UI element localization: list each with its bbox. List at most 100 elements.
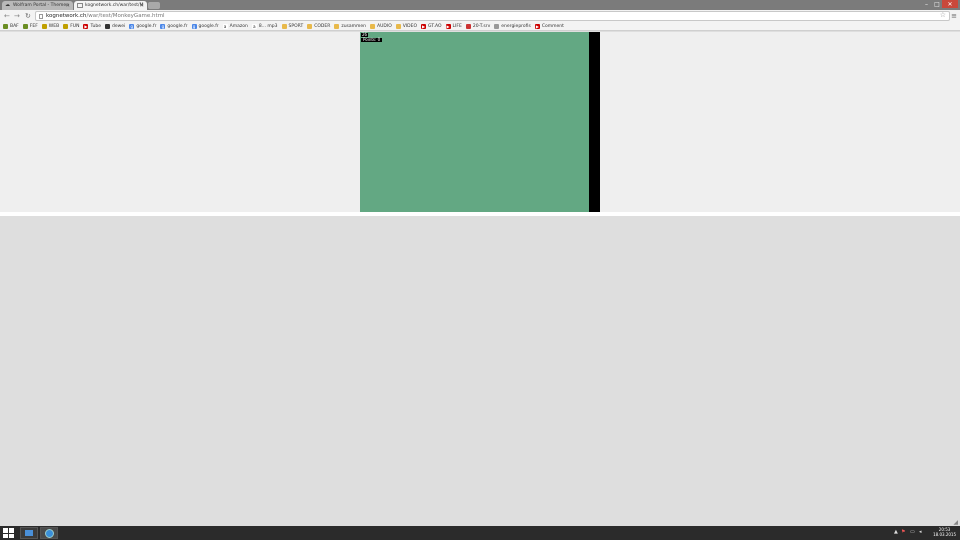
- page-divider: [0, 212, 960, 216]
- bookmark-item[interactable]: 20-T.srv: [465, 23, 491, 29]
- bookmark-label: VIDEO: [402, 23, 418, 29]
- bookmark-label: WEB: [48, 23, 60, 29]
- taskbar-browser-button[interactable]: [40, 527, 58, 539]
- bookmark-label: Amazon: [229, 23, 248, 29]
- canvas-side-strip: [589, 32, 600, 212]
- minimize-button[interactable]: –: [921, 0, 932, 8]
- network-icon[interactable]: ▭: [910, 529, 915, 535]
- new-tab-button[interactable]: [148, 2, 160, 9]
- tab-monkey-game[interactable]: kognetwork.ch/war/test/M ✕: [74, 1, 147, 10]
- url-host: kognetwork.ch: [46, 13, 87, 19]
- bookmark-label: energieprofis: [501, 23, 531, 29]
- folder-icon: [307, 23, 313, 29]
- bookmark-item[interactable]: BAF: [3, 23, 19, 29]
- folder-icon: [370, 23, 376, 29]
- bookmark-item[interactable]: energieprofis: [494, 23, 531, 29]
- bookmark-item[interactable]: ▶ Comment: [534, 23, 564, 29]
- bookmark-label: CODER: [314, 23, 331, 29]
- bookmark-label: GT.AO: [428, 23, 442, 29]
- back-icon[interactable]: ←: [4, 12, 10, 20]
- resize-grip-icon[interactable]: ◢: [953, 519, 958, 526]
- browser-icon: [44, 528, 54, 538]
- bookmark-item[interactable]: FUN: [63, 23, 80, 29]
- amazon-icon: a: [222, 23, 228, 29]
- folder-icon: [25, 530, 33, 536]
- bookmark-item[interactable]: a 8... mp3: [251, 23, 278, 29]
- bookmark-label: BAF: [10, 23, 19, 29]
- close-window-button[interactable]: ✕: [942, 0, 958, 8]
- bookmark-item[interactable]: g google.fr: [191, 23, 219, 29]
- bookmark-item[interactable]: g google.fr: [160, 23, 188, 29]
- bookmark-item[interactable]: a Amazon: [222, 23, 248, 29]
- taskbar: [0, 526, 960, 540]
- score-value: Points: 0: [361, 37, 383, 42]
- bookmark-label: FUN: [70, 23, 80, 29]
- cloud-icon: [3, 23, 8, 29]
- amazon-icon: a: [251, 23, 257, 29]
- youtube-icon: ▶: [445, 23, 451, 29]
- bookmark-folder[interactable]: SPORT: [281, 23, 304, 29]
- address-bar[interactable]: kognetwork.ch /war/test/MonkeyGame.html: [35, 11, 950, 21]
- bookmark-item[interactable]: ▶ Tube: [83, 23, 101, 29]
- youtube-icon: ▶: [421, 23, 427, 29]
- bookmark-label: google.fr: [167, 23, 188, 29]
- page-icon: [39, 13, 43, 19]
- youtube-icon: ▶: [534, 23, 540, 29]
- google-icon: g: [191, 23, 197, 29]
- bookmark-item[interactable]: ▶ LIFE: [445, 23, 462, 29]
- game-canvas[interactable]: [360, 32, 589, 212]
- close-icon[interactable]: ✕: [140, 3, 144, 9]
- bookmark-label: LIFE: [452, 23, 462, 29]
- google-icon: g: [160, 23, 166, 29]
- bookmark-label: FEF: [29, 23, 38, 29]
- cloud-icon: [41, 23, 47, 29]
- reload-icon[interactable]: ↻: [25, 12, 31, 20]
- tray-expand-icon[interactable]: ▲: [894, 529, 898, 535]
- person-icon: [104, 23, 110, 29]
- forward-icon[interactable]: →: [14, 12, 20, 20]
- google-icon: g: [129, 23, 135, 29]
- menu-icon[interactable]: ≡: [951, 12, 957, 20]
- tab-title: Wolfram Portal - Themen: [13, 3, 69, 8]
- folder-icon: [281, 23, 287, 29]
- cloud-icon: [22, 23, 28, 29]
- flag-icon: [465, 23, 471, 29]
- bookmark-folder[interactable]: AUDIO: [370, 23, 392, 29]
- youtube-icon: ▶: [83, 23, 89, 29]
- folder-icon: [395, 23, 401, 29]
- tab-wolfram-portal[interactable]: ☁ Wolfram Portal - Themen ✕: [2, 1, 73, 10]
- bookmark-label: Comment: [541, 23, 564, 29]
- windows-start-icon[interactable]: [3, 528, 14, 538]
- bookmark-label: google.fr: [198, 23, 219, 29]
- tab-title: kognetwork.ch/war/test/M: [85, 3, 144, 8]
- bookmark-label: google.fr: [136, 23, 157, 29]
- bookmark-folder[interactable]: zusammen: [334, 23, 367, 29]
- bookmark-folder[interactable]: VIDEO: [395, 23, 418, 29]
- bookmarks-bar: BAF FEF WEB FUN ▶ Tube dewei g google.fr g…: [0, 22, 960, 31]
- bookmark-item[interactable]: g google.fr: [129, 23, 157, 29]
- bookmark-item[interactable]: WEB: [41, 23, 60, 29]
- bookmark-label: 20-T.srv: [472, 23, 491, 29]
- flag-icon[interactable]: ⚑: [901, 529, 905, 535]
- page-icon: [77, 3, 83, 8]
- maximize-button[interactable]: □: [932, 0, 942, 8]
- bookmark-label: SPORT: [288, 23, 304, 29]
- bookmark-label: zusammen: [341, 23, 367, 29]
- taskbar-explorer-button[interactable]: [20, 527, 38, 539]
- bookmark-label: 8... mp3: [258, 23, 278, 29]
- cloud-icon: [63, 23, 69, 29]
- url-path: /war/test/MonkeyGame.html: [86, 13, 165, 19]
- cloud-icon: ☁: [5, 2, 10, 8]
- bookmark-item[interactable]: dewei: [104, 23, 126, 29]
- folder-icon: [334, 23, 340, 29]
- bookmark-label: AUDIO: [377, 23, 392, 29]
- bookmark-folder[interactable]: CODER: [307, 23, 331, 29]
- bookmark-item[interactable]: ▶ GT.AO: [421, 23, 442, 29]
- bookmark-label: dewei: [111, 23, 126, 29]
- volume-icon[interactable]: ◂: [919, 529, 922, 535]
- bookmark-item[interactable]: FEF: [22, 23, 38, 29]
- close-icon[interactable]: ✕: [66, 3, 70, 9]
- bookmark-star-icon[interactable]: ☆: [940, 11, 946, 19]
- system-clock[interactable]: 20:53 18.03.2015: [933, 527, 956, 537]
- page-icon: [494, 23, 500, 29]
